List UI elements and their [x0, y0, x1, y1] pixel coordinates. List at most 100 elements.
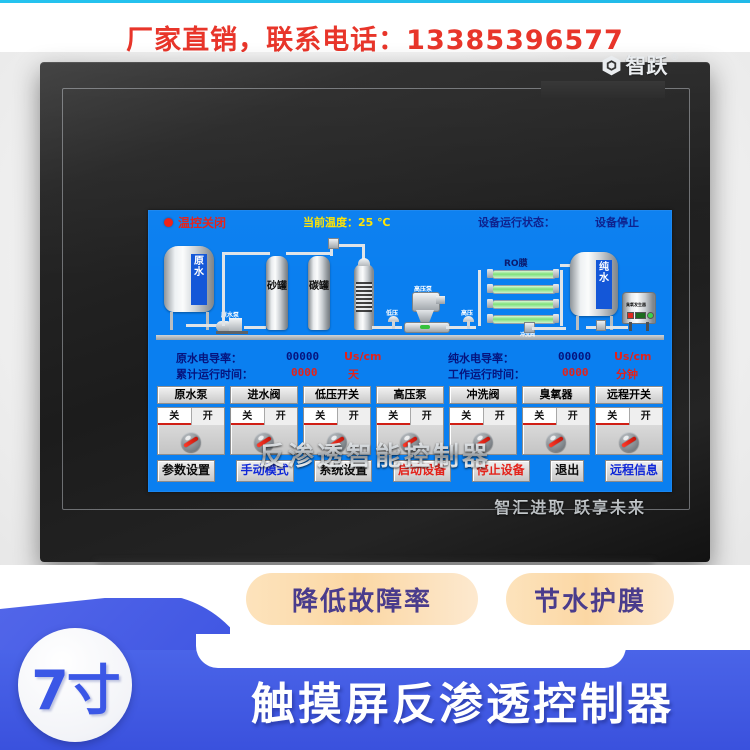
banner-accent-line: [0, 0, 750, 3]
run-state-value: 设备停止: [595, 216, 639, 229]
tab-on[interactable]: 开: [336, 408, 370, 425]
pure-water-tank-label: 纯水: [596, 260, 612, 309]
band-notch: [196, 634, 626, 668]
ozone-red-light: [627, 312, 634, 319]
pipe-top: [222, 252, 270, 255]
brand-slogan: 智汇进取 跃享未来: [494, 494, 646, 518]
sand-filter-vessel: 砂罐: [266, 256, 288, 330]
control-label: 进水阀: [230, 386, 298, 404]
tab-off[interactable]: 关: [231, 408, 264, 425]
tab-on[interactable]: 开: [190, 408, 224, 425]
tab-on[interactable]: 开: [263, 408, 297, 425]
raw-conductivity-value: 00000: [286, 350, 320, 363]
tab-on[interactable]: 开: [628, 408, 662, 425]
pure-water-tank: 纯水: [570, 252, 618, 316]
tab-off[interactable]: 关: [304, 408, 337, 425]
work-runtime-label: 工作运行时间：: [448, 368, 525, 381]
current-temp-value: 25 ℃: [358, 216, 391, 229]
current-temp: 当前温度：25 ℃: [303, 214, 390, 230]
raw-water-pump: [216, 318, 248, 334]
carbon-filter-vessel: 碳罐: [308, 256, 330, 330]
membrane-cap: [553, 269, 559, 278]
tab-off[interactable]: 关: [450, 408, 483, 425]
frame-gap: [541, 81, 665, 98]
outlet-valve-icon: [596, 320, 606, 331]
valve-icon: [328, 238, 339, 249]
tab-off[interactable]: 关: [523, 408, 556, 425]
cabinet-leg: [646, 322, 649, 331]
total-runtime-label: 累计运行时间：: [176, 368, 253, 381]
pure-conductivity-label: 纯水电导率：: [448, 352, 514, 365]
raw-water-tank: 原水: [164, 246, 214, 312]
ro-outlet-riser: [560, 270, 563, 326]
tab-off[interactable]: 关: [158, 408, 191, 425]
control-label: 臭氧器: [522, 386, 590, 404]
low-pressure-gauge: [388, 316, 399, 329]
tab-on[interactable]: 开: [555, 408, 589, 425]
total-runtime-unit: 天: [348, 368, 359, 381]
product-listing-image: 厂家直销，联系电话：13385396577 智跃 ® 温控关闭 当前温度：25 …: [0, 0, 750, 750]
bottom-title: 触摸屏反渗透控制器: [251, 679, 674, 730]
ro-feed-riser: [478, 270, 481, 326]
pure-conductivity-unit: Us/cm: [614, 350, 652, 363]
registered-mark: ®: [671, 52, 678, 62]
sand-vessel-label: 砂罐: [267, 281, 287, 292]
control-label: 冲洗阀: [449, 386, 517, 404]
control-label: 原水泵: [157, 386, 225, 404]
pipe-riser: [222, 252, 225, 326]
control-tabs[interactable]: 关 开: [158, 408, 224, 425]
membrane-cap: [553, 284, 559, 293]
red-dot-icon: [164, 218, 173, 227]
readout-panel: 原水电导率： 00000 Us/cm 纯水电导率： 00000 Us/cm 累计…: [158, 350, 662, 384]
ro-membrane-tube: [492, 270, 556, 279]
membrane-cap: [487, 269, 493, 278]
control-tabs[interactable]: 关 开: [231, 408, 297, 425]
cabinet-leg: [629, 322, 632, 331]
tab-off[interactable]: 关: [596, 408, 629, 425]
work-runtime-unit: 分钟: [616, 368, 638, 381]
brand-name: 智跃: [625, 54, 668, 78]
tab-off[interactable]: 关: [377, 408, 410, 425]
work-runtime-value: 0000: [562, 366, 589, 379]
tank-leg: [576, 316, 579, 330]
precision-filter: [354, 264, 374, 330]
membrane-cap: [487, 284, 493, 293]
ro-membrane-tube: [492, 285, 556, 294]
pipe-segment: [532, 327, 566, 330]
feature-pill-water-saving: 节水护膜: [506, 573, 674, 625]
pump-status-light: [420, 325, 430, 329]
raw-conductivity-label: 原水电导率：: [176, 352, 242, 365]
control-tabs[interactable]: 关 开: [450, 408, 516, 425]
control-tabs[interactable]: 关 开: [304, 408, 370, 425]
membrane-cap: [553, 314, 559, 323]
size-badge-text: 7寸: [31, 658, 121, 722]
diagram-floor: [156, 335, 664, 340]
ro-membrane-tube: [492, 300, 556, 309]
product-nameplate: 反渗透智能控制器: [40, 436, 710, 473]
filter-cap: [358, 258, 370, 266]
feature-pill-reliability: 降低故障率: [246, 573, 478, 625]
ozone-display: [635, 312, 646, 319]
product-photo: 智跃 ® 温控关闭 当前温度：25 ℃ 设备运行状态： 设备停止 原水 原水泵 …: [0, 50, 750, 596]
brand-logo: 智跃 ®: [602, 50, 678, 80]
readout-row: 累计运行时间： 0000 天 工作运行时间： 0000 分钟: [158, 366, 662, 381]
control-tabs[interactable]: 关 开: [377, 408, 443, 425]
readout-row: 原水电导率： 00000 Us/cm 纯水电导率： 00000 Us/cm: [158, 350, 662, 365]
pipe-segment: [586, 326, 628, 329]
pure-conductivity-value: 00000: [558, 350, 592, 363]
tab-on[interactable]: 开: [409, 408, 443, 425]
control-tabs[interactable]: 关 开: [596, 408, 662, 425]
ozone-generator-label: 臭氧发生器: [626, 302, 646, 307]
tab-on[interactable]: 开: [482, 408, 516, 425]
tank-leg: [206, 312, 209, 330]
pipe-segment: [186, 324, 220, 327]
control-tabs[interactable]: 关 开: [523, 408, 589, 425]
run-state-label: 设备运行状态：: [478, 216, 555, 229]
high-pressure-gauge: [463, 316, 474, 329]
size-badge: 7寸: [18, 628, 132, 742]
control-label: 远程开关: [595, 386, 663, 404]
pipe-segment: [244, 326, 266, 329]
control-label: 低压开关: [303, 386, 371, 404]
screen-status-bar: 温控关闭 当前温度：25 ℃ 设备运行状态： 设备停止: [148, 214, 672, 230]
membrane-cap: [487, 314, 493, 323]
